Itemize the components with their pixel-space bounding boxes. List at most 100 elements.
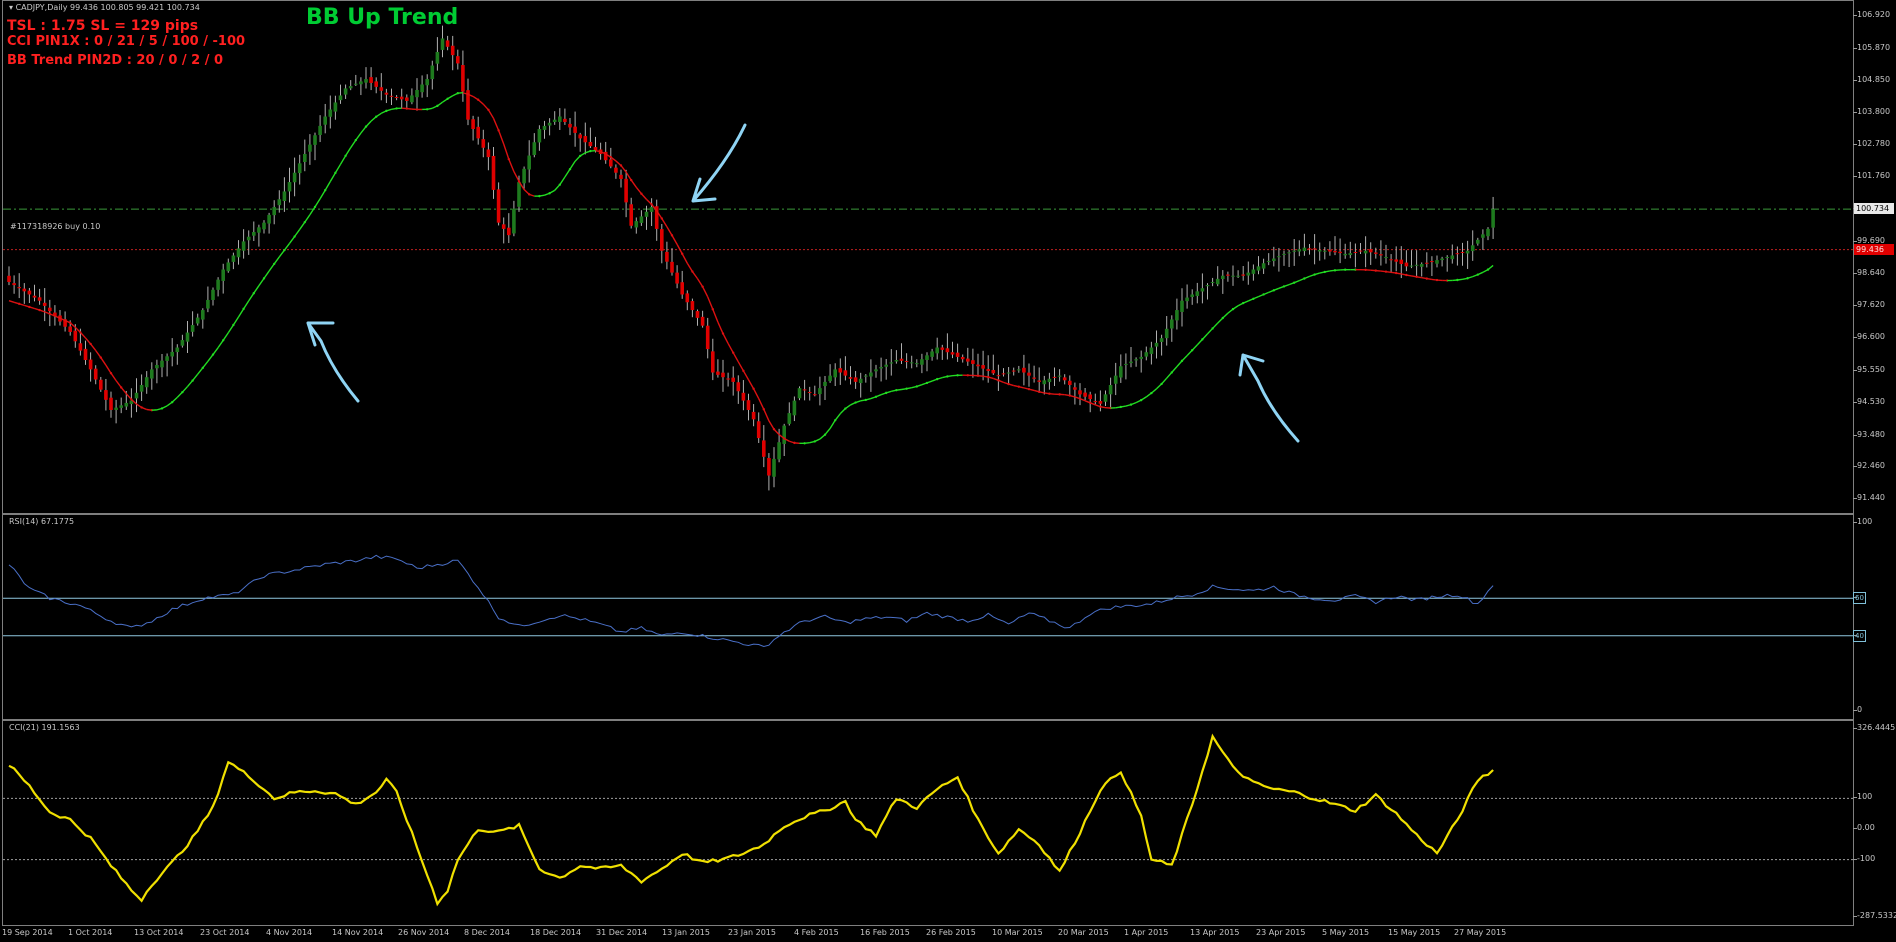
bear-candle	[37, 297, 42, 301]
bull-candle	[139, 385, 144, 392]
trend-down-segment	[737, 361, 745, 372]
bull-candle	[1144, 352, 1149, 357]
bear-candle	[83, 348, 88, 361]
trend-down-segment	[1385, 270, 1392, 274]
bear-candle	[741, 392, 746, 401]
bull-candle	[1236, 275, 1240, 277]
trend-up-segment	[1304, 275, 1310, 280]
trend-down-segment	[676, 244, 683, 255]
trend-down-segment	[18, 303, 25, 307]
bear-candle	[960, 356, 965, 360]
bear-candle	[73, 330, 78, 342]
bear-candle	[99, 379, 103, 390]
bear-candle	[1032, 377, 1036, 379]
bull-candle	[772, 458, 776, 477]
bull-candle	[180, 340, 185, 346]
trend-up-segment	[309, 206, 316, 216]
trend-down-segment	[1416, 276, 1422, 279]
bull-candle	[1435, 260, 1439, 264]
bull-candle	[522, 168, 526, 184]
trend-up-segment	[1171, 366, 1178, 373]
trend-down-segment	[742, 370, 750, 381]
bull-candle	[328, 109, 333, 117]
bull-candle	[782, 425, 786, 444]
symbol-dropdown-icon[interactable]: ▾	[9, 3, 13, 12]
rsi-pane[interactable]: RSI(14) 67.1775	[2, 514, 1854, 720]
bull-candle	[1129, 361, 1133, 364]
trend-up-segment	[579, 152, 586, 157]
bear-candle	[1404, 262, 1409, 267]
trend-up-segment	[237, 308, 245, 318]
arrow-up-right-annotation	[1238, 353, 1300, 443]
bear-candle	[456, 56, 460, 64]
bull-candle	[1149, 347, 1154, 354]
trend-up-segment	[314, 198, 321, 208]
bull-candle	[1231, 275, 1235, 277]
bear-candle	[716, 371, 720, 375]
bear-candle	[379, 87, 384, 91]
bull-candle	[920, 359, 924, 365]
bear-candle	[481, 139, 486, 148]
bull-candle	[1256, 266, 1261, 271]
trend-up-segment	[304, 214, 311, 223]
bull-candle	[272, 207, 276, 216]
bull-candle	[1119, 366, 1123, 378]
trend-down-segment	[671, 235, 678, 245]
bear-candle	[731, 377, 735, 382]
trend-down-segment	[497, 130, 505, 145]
price-pane[interactable]: ▾ CADJPY,Daily 99.436 100.805 99.421 100…	[2, 0, 1854, 514]
bull-candle	[1042, 380, 1047, 385]
trend-up-segment	[539, 194, 545, 197]
trend-up-segment	[1232, 305, 1239, 310]
trend-up-segment	[258, 277, 265, 287]
trend-up-segment	[217, 339, 224, 349]
bear-candle	[726, 378, 730, 380]
trend-up-segment	[814, 438, 821, 443]
bull-candle	[440, 38, 445, 50]
bear-candle	[568, 123, 572, 128]
bull-candle	[787, 413, 792, 424]
time-axis-label: 20 Mar 2015	[1058, 928, 1109, 937]
bull-candle	[864, 375, 868, 377]
bear-candle	[680, 282, 684, 295]
trend-down-segment	[758, 398, 765, 410]
cci-pin-line: CCI PIN1X : 0 / 21 / 5 / 100 / -100	[7, 34, 246, 49]
bear-candle	[389, 95, 394, 97]
bull-candle	[415, 89, 419, 98]
cci-chart-svg	[3, 733, 1853, 907]
bear-candle	[767, 457, 771, 476]
bull-candle	[1124, 363, 1128, 365]
bull-candle	[430, 65, 435, 80]
bull-candle	[1266, 260, 1271, 262]
bear-candle	[461, 65, 465, 92]
bear-candle	[1093, 401, 1098, 403]
bull-candle	[874, 369, 878, 372]
bull-candle	[532, 142, 537, 156]
bear-candle	[384, 92, 389, 95]
bear-candle	[665, 251, 669, 262]
trend-up-segment	[824, 428, 831, 436]
bull-candle	[165, 356, 169, 361]
bear-candle	[675, 272, 679, 284]
bear-candle	[807, 391, 812, 393]
trend-down-segment	[1426, 277, 1433, 281]
bull-candle	[333, 102, 338, 112]
bear-candle	[614, 167, 618, 173]
order-label[interactable]: #117318926 buy 0.10	[10, 222, 100, 231]
bear-candle	[1460, 251, 1465, 253]
bear-candle	[802, 389, 807, 391]
rsi-axis: 100 60 40 0	[1853, 514, 1896, 718]
bear-candle	[670, 261, 674, 273]
trend-up-segment	[1487, 264, 1494, 271]
bull-candle	[889, 362, 894, 364]
trend-up-segment	[232, 316, 240, 326]
trend-down-segment	[732, 352, 739, 363]
bear-candle	[940, 347, 945, 350]
cci-pane[interactable]: CCI(21) 191.1563	[2, 720, 1854, 926]
time-axis-label: 26 Nov 2014	[398, 928, 450, 937]
bear-candle	[629, 204, 633, 226]
trend-up-segment	[263, 270, 270, 279]
bull-candle	[1302, 247, 1307, 252]
trend-up-segment	[1273, 287, 1280, 291]
trend-down-segment	[39, 309, 45, 313]
